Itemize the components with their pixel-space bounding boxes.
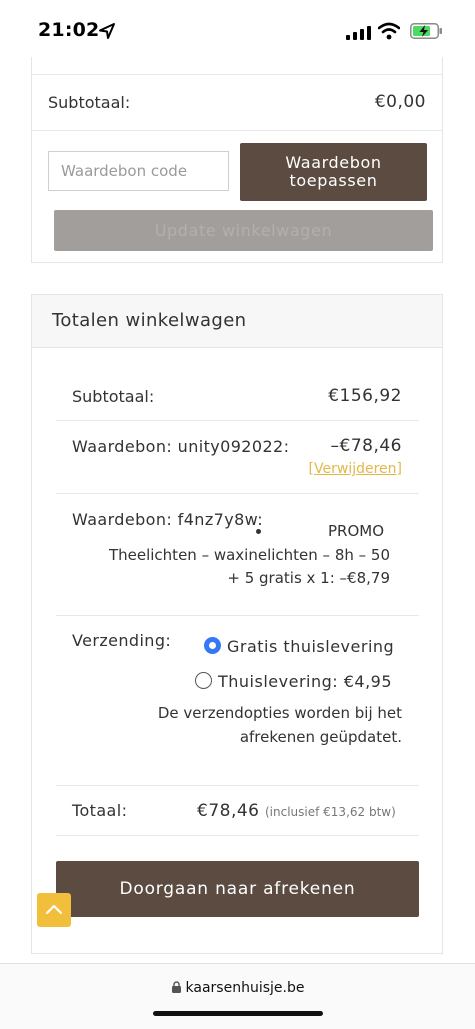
chevron-up-icon [45, 904, 63, 915]
location-arrow-icon [99, 23, 115, 39]
address-bar[interactable]: kaarsenhuisje.be [0, 980, 475, 996]
status-time: 21:02 [38, 19, 100, 41]
wifi-icon [378, 22, 400, 40]
shipping-home-label[interactable]: Thuislevering: €4,95 [218, 672, 392, 691]
cellular-signal-icon [346, 26, 371, 40]
subtotal-label: Subtotaal: [72, 387, 155, 406]
cart-subtotal-label: Subtotaal: [48, 93, 131, 112]
proceed-to-checkout-button[interactable]: Doorgaan naar afrekenen [56, 861, 419, 917]
shipping-free-label[interactable]: Gratis thuislevering [227, 637, 394, 656]
promo-product-line: Theelichten – waxinelichten – 8h – 50 [108, 546, 390, 564]
total-tax-note: (inclusief €13,62 btw) [265, 805, 396, 819]
shipping-home-radio[interactable] [195, 672, 212, 689]
shipping-free-radio[interactable] [204, 637, 221, 654]
browser-bottom-bar [0, 963, 475, 1029]
promo-discount-line: + 5 gratis x 1: –€8,79 [227, 569, 390, 587]
divider [32, 74, 442, 75]
apply-coupon-button[interactable]: Waardebon toepassen [240, 143, 427, 201]
cart-subtotal-value: €0,00 [374, 92, 426, 112]
divider [56, 785, 419, 786]
divider [56, 420, 419, 421]
divider [32, 130, 442, 131]
promo-tag: PROMO [328, 522, 385, 540]
divider [56, 493, 419, 494]
subtotal-value: €156,92 [328, 386, 402, 406]
scroll-to-top-button[interactable] [37, 893, 71, 927]
coupon-code-input[interactable] [48, 151, 229, 191]
lock-icon [171, 981, 181, 993]
cart-totals-title: Totalen winkelwagen [52, 310, 247, 331]
coupon-unity-discount: –€78,46 [330, 436, 402, 456]
divider [56, 835, 419, 836]
shipping-note-line2: afrekenen geüpdatet. [239, 728, 402, 746]
coupon-unity-label: Waardebon: unity092022: [72, 437, 290, 456]
update-cart-button[interactable]: Update winkelwagen [54, 210, 433, 251]
remove-coupon-link[interactable]: [Verwijderen] [309, 461, 402, 477]
battery-charging-icon [410, 23, 442, 39]
shipping-label: Verzending: [72, 631, 172, 650]
total-label: Totaal: [72, 801, 128, 820]
home-indicator [153, 1011, 323, 1016]
bullet-dot [256, 529, 261, 534]
shipping-note-line1: De verzendopties worden bij het [157, 704, 402, 722]
divider [56, 615, 419, 616]
url-text: kaarsenhuisje.be [185, 980, 305, 996]
coupon-promo-label: Waardebon: f4nz7y8w: [72, 510, 264, 529]
total-value: €78,46 [197, 801, 260, 821]
